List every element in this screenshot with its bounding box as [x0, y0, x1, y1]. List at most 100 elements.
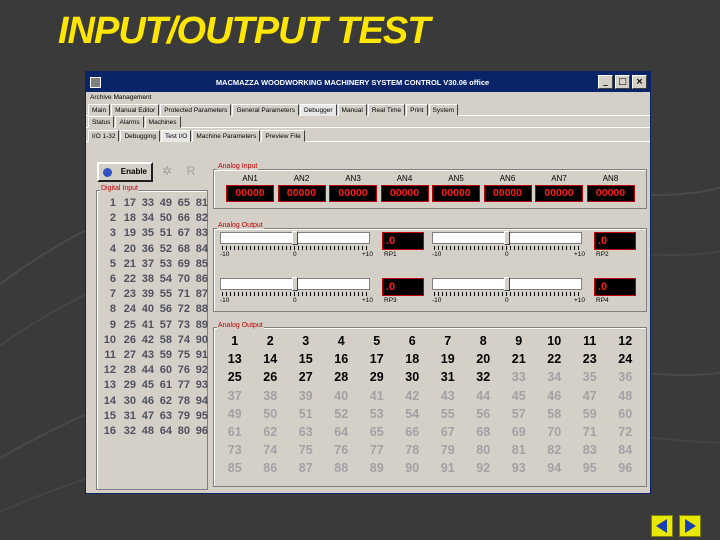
digital-output-toggle[interactable]: 76	[324, 441, 360, 459]
digital-output-toggle[interactable]: 41	[359, 387, 395, 405]
digital-output-toggle[interactable]: 46	[537, 387, 573, 405]
digital-output-toggle[interactable]: 79	[430, 441, 466, 459]
digital-output-toggle[interactable]: 55	[430, 405, 466, 423]
digital-output-toggle[interactable]: 24	[608, 350, 644, 368]
digital-output-toggle[interactable]: 2	[253, 332, 289, 350]
maximize-button[interactable]: □	[615, 75, 630, 89]
digital-output-toggle[interactable]: 86	[253, 459, 289, 477]
digital-output-toggle[interactable]: 95	[572, 459, 608, 477]
digital-output-toggle[interactable]: 78	[395, 441, 431, 459]
menubar[interactable]: Archive Management	[86, 92, 650, 104]
digital-output-toggle[interactable]: 84	[608, 441, 644, 459]
digital-output-toggle[interactable]: 36	[608, 368, 644, 386]
digital-output-toggle[interactable]: 73	[217, 441, 253, 459]
digital-output-toggle[interactable]: 61	[217, 423, 253, 441]
digital-output-toggle[interactable]: 74	[253, 441, 289, 459]
digital-output-toggle[interactable]: 67	[430, 423, 466, 441]
tab-item[interactable]: Main	[88, 104, 111, 116]
digital-output-toggle[interactable]: 43	[430, 387, 466, 405]
digital-output-toggle[interactable]: 15	[288, 350, 324, 368]
digital-output-toggle[interactable]: 12	[608, 332, 644, 350]
digital-output-toggle[interactable]: 69	[501, 423, 537, 441]
digital-output-toggle[interactable]: 23	[572, 350, 608, 368]
tab-item[interactable]: Machines	[144, 116, 181, 128]
digital-output-toggle[interactable]: 68	[466, 423, 502, 441]
digital-output-toggle[interactable]: 4	[324, 332, 360, 350]
digital-output-toggle[interactable]: 38	[253, 387, 289, 405]
gear-icon[interactable]: ✲	[158, 164, 176, 180]
digital-output-toggle[interactable]: 85	[217, 459, 253, 477]
digital-output-toggle[interactable]: 88	[324, 459, 360, 477]
digital-output-toggle[interactable]: 96	[608, 459, 644, 477]
tab-item[interactable]: Manual Editor	[111, 104, 160, 116]
digital-output-toggle[interactable]: 1	[217, 332, 253, 350]
digital-output-toggle[interactable]: 42	[395, 387, 431, 405]
digital-output-toggle[interactable]: 35	[572, 368, 608, 386]
digital-output-toggle[interactable]: 18	[395, 350, 431, 368]
digital-output-toggle[interactable]: 26	[253, 368, 289, 386]
digital-output-toggle[interactable]: 59	[572, 405, 608, 423]
tab-item[interactable]: Real Time	[367, 104, 406, 116]
tab-item[interactable]: Test I/O	[160, 130, 192, 142]
tab-item[interactable]: System	[428, 104, 459, 116]
digital-output-toggle[interactable]: 58	[537, 405, 573, 423]
digital-output-toggle[interactable]: 13	[217, 350, 253, 368]
tab-item[interactable]: Protected Parameters	[160, 104, 232, 116]
digital-output-toggle[interactable]: 32	[466, 368, 502, 386]
digital-output-toggle[interactable]: 11	[572, 332, 608, 350]
slider-thumb[interactable]	[292, 277, 298, 291]
digital-output-toggle[interactable]: 21	[501, 350, 537, 368]
digital-output-toggle[interactable]: 3	[288, 332, 324, 350]
tab-item[interactable]: Status	[88, 116, 115, 128]
tab-item[interactable]: Preview File	[261, 130, 305, 142]
digital-output-toggle[interactable]: 90	[395, 459, 431, 477]
digital-output-toggle[interactable]: 87	[288, 459, 324, 477]
digital-output-toggle[interactable]: 48	[608, 387, 644, 405]
digital-output-toggle[interactable]: 94	[537, 459, 573, 477]
tab-item[interactable]: Debugging	[120, 130, 160, 142]
digital-output-toggle[interactable]: 14	[253, 350, 289, 368]
digital-output-toggle[interactable]: 45	[501, 387, 537, 405]
window-titlebar[interactable]: MACMAZZA WOODWORKING MACHINERY SYSTEM CO…	[86, 72, 650, 92]
digital-output-toggle[interactable]: 64	[324, 423, 360, 441]
slider-thumb[interactable]	[292, 231, 298, 245]
digital-output-toggle[interactable]: 5	[359, 332, 395, 350]
digital-output-toggle[interactable]: 91	[430, 459, 466, 477]
digital-output-toggle[interactable]: 52	[324, 405, 360, 423]
digital-output-toggle[interactable]: 53	[359, 405, 395, 423]
digital-output-toggle[interactable]: 82	[537, 441, 573, 459]
digital-output-toggle[interactable]: 70	[537, 423, 573, 441]
digital-output-toggle[interactable]: 20	[466, 350, 502, 368]
digital-output-toggle[interactable]: 8	[466, 332, 502, 350]
digital-output-toggle[interactable]: 65	[359, 423, 395, 441]
minimize-button[interactable]: _	[598, 75, 613, 89]
digital-output-toggle[interactable]: 9	[501, 332, 537, 350]
digital-output-toggle[interactable]: 54	[395, 405, 431, 423]
digital-output-toggle[interactable]: 30	[395, 368, 431, 386]
digital-output-toggle[interactable]: 57	[501, 405, 537, 423]
digital-output-toggle[interactable]: 7	[430, 332, 466, 350]
digital-output-toggle[interactable]: 56	[466, 405, 502, 423]
digital-output-toggle[interactable]: 89	[359, 459, 395, 477]
digital-output-toggle[interactable]: 47	[572, 387, 608, 405]
digital-output-toggle[interactable]: 34	[537, 368, 573, 386]
digital-output-toggle[interactable]: 71	[572, 423, 608, 441]
digital-output-toggle[interactable]: 75	[288, 441, 324, 459]
digital-output-toggle[interactable]: 29	[359, 368, 395, 386]
digital-output-toggle[interactable]: 62	[253, 423, 289, 441]
digital-output-toggle[interactable]: 31	[430, 368, 466, 386]
digital-output-toggle[interactable]: 49	[217, 405, 253, 423]
tab-item[interactable]: Machine Parameters	[192, 130, 261, 142]
digital-output-toggle[interactable]: 40	[324, 387, 360, 405]
tab-item[interactable]: I/O 1-32	[88, 130, 120, 142]
nav-prev-button[interactable]	[651, 515, 673, 537]
digital-output-toggle[interactable]: 81	[501, 441, 537, 459]
digital-output-toggle[interactable]: 33	[501, 368, 537, 386]
digital-output-toggle[interactable]: 39	[288, 387, 324, 405]
digital-output-toggle[interactable]: 22	[537, 350, 573, 368]
tab-item[interactable]: Debugger	[299, 104, 337, 116]
digital-output-toggle[interactable]: 80	[466, 441, 502, 459]
digital-output-toggle[interactable]: 27	[288, 368, 324, 386]
digital-output-toggle[interactable]: 19	[430, 350, 466, 368]
tab-item[interactable]: General Parameters	[232, 104, 299, 116]
